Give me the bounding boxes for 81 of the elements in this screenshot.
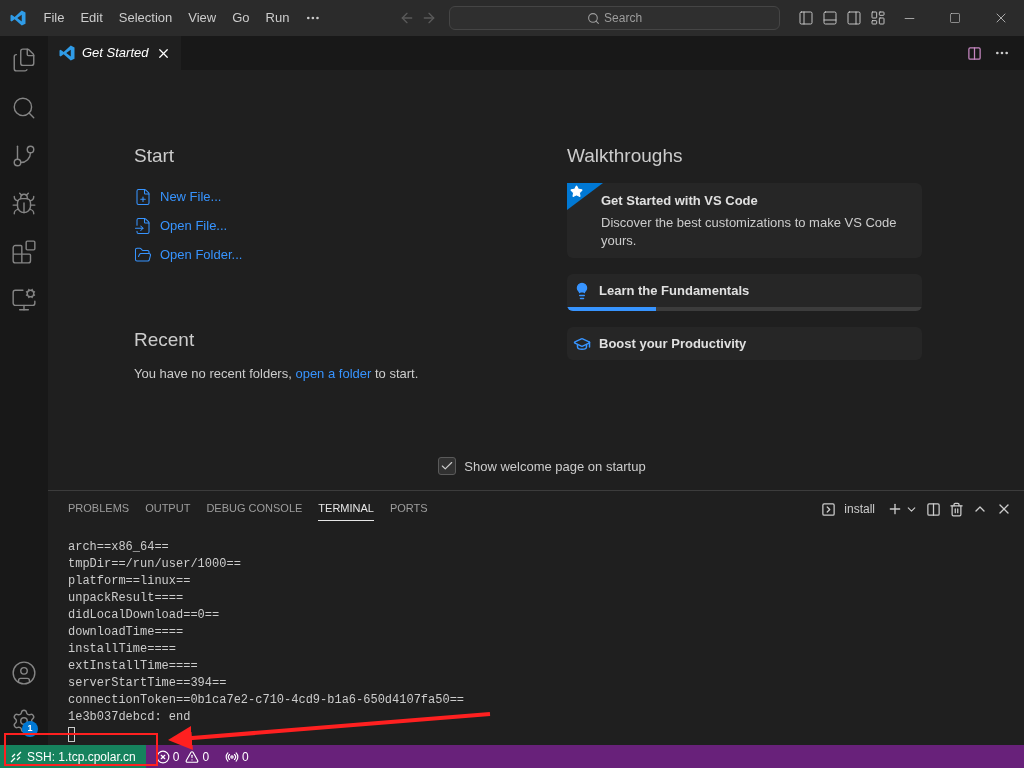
- error-count: 0: [172, 748, 180, 766]
- remote-explorer-icon[interactable]: [11, 287, 37, 313]
- terminal-line: connectionToken==0b1ca7e2-c710-4cd9-b1a6-650d4107fa50==: [68, 692, 466, 709]
- menu-item[interactable]: Selection: [110, 8, 181, 28]
- panel-tab[interactable]: DEBUG CONSOLE: [206, 497, 303, 521]
- search-field[interactable]: Search: [449, 6, 780, 30]
- panel-tab[interactable]: OUTPUT: [145, 497, 191, 521]
- featured-star-icon: [567, 182, 603, 210]
- card-title: Boost your Productivity: [599, 334, 747, 353]
- toggle-secondary-sidebar-icon[interactable]: [846, 10, 862, 26]
- remote-indicator[interactable]: SSH: 1.tcp.cpolar.cn: [0, 745, 146, 768]
- error-icon: [155, 749, 170, 764]
- maximize-icon[interactable]: [949, 12, 961, 24]
- toggle-sidebar-icon[interactable]: [798, 10, 814, 26]
- walkthrough-card[interactable]: Get Started with VS Code Discover the best customizations to make VS Code yours.: [567, 182, 922, 258]
- card-title: Learn the Fundamentals: [599, 281, 750, 300]
- search-icon: [587, 11, 601, 25]
- new-file-icon: [134, 188, 152, 206]
- section-heading: Start: [134, 144, 176, 168]
- folder-icon: [134, 246, 152, 264]
- checkbox[interactable]: [438, 457, 457, 476]
- checkbox-label: Show welcome page on startup: [464, 457, 646, 476]
- tab-label: Get Started: [82, 44, 149, 63]
- section-heading: Recent: [134, 327, 196, 352]
- start-link[interactable]: New File...: [160, 187, 222, 207]
- recent-message: You have no recent folders, open a folder to start.: [134, 365, 420, 383]
- open-file-icon: [134, 217, 152, 235]
- ports-icon: [225, 749, 240, 764]
- walkthrough-card[interactable]: Boost your Productivity: [567, 327, 922, 360]
- toggle-panel-icon[interactable]: [822, 10, 838, 26]
- card-title: Get Started with VS Code: [601, 191, 759, 210]
- terminal-line: extInstallTime====: [68, 658, 199, 675]
- ports-count: 0: [242, 748, 249, 766]
- menu-item[interactable]: File: [35, 8, 73, 28]
- files-icon[interactable]: [11, 47, 37, 73]
- section-heading: Walkthroughs: [567, 144, 684, 168]
- extensions-icon[interactable]: [11, 239, 37, 265]
- vscode-logo-icon: [58, 44, 76, 62]
- menu-item[interactable]: View: [180, 8, 225, 28]
- terminal-name[interactable]: install: [844, 500, 875, 518]
- run-debug-icon[interactable]: [11, 191, 37, 217]
- terminal-line: serverStartTime==394==: [68, 675, 228, 692]
- card-description: Discover the best customizations to make VS Code yours.: [601, 214, 898, 250]
- remote-label: SSH: 1.tcp.cpolar.cn: [27, 748, 136, 766]
- terminal-line: installTime====: [68, 641, 178, 658]
- open-folder-link[interactable]: open a folder: [295, 366, 372, 381]
- search-placeholder: Search: [604, 10, 643, 27]
- account-icon[interactable]: [11, 660, 37, 686]
- start-link[interactable]: Open File...: [160, 216, 228, 236]
- menu-item[interactable]: Go: [224, 8, 258, 28]
- terminal-line: tmpDir==/run/user/1000==: [68, 556, 242, 573]
- panel-tab[interactable]: PROBLEMS: [68, 497, 130, 521]
- start-link[interactable]: Open Folder...: [160, 245, 243, 265]
- terminal-line: didLocalDownload==0==: [68, 607, 221, 624]
- trash-icon[interactable]: [949, 501, 964, 517]
- customize-layout-icon[interactable]: [870, 10, 886, 26]
- menu-item[interactable]: Run: [257, 8, 298, 28]
- panel-tab[interactable]: TERMINAL: [318, 497, 374, 521]
- terminal-icon: [821, 501, 837, 517]
- editor-tab[interactable]: Get Started: [48, 36, 182, 70]
- terminal-line: 1e3b037debcd: end: [68, 709, 192, 726]
- terminal-line: arch==x86_64==: [68, 539, 170, 556]
- remote-icon: [10, 750, 22, 763]
- app-logo-icon: [8, 9, 27, 27]
- settings-icon[interactable]: [11, 708, 37, 734]
- walkthrough-card[interactable]: Learn the Fundamentals: [567, 274, 922, 311]
- split-terminal-icon[interactable]: [926, 501, 941, 517]
- problems-indicator[interactable]: 0 0: [155, 747, 210, 766]
- terminal-cursor: [68, 727, 75, 742]
- ports-indicator[interactable]: 0: [225, 747, 249, 766]
- panel-tab[interactable]: PORTS: [389, 497, 428, 521]
- search-icon[interactable]: [11, 95, 37, 121]
- split-editor-icon[interactable]: [967, 45, 982, 61]
- terminal-line: platform==linux==: [68, 573, 192, 590]
- new-terminal-icon[interactable]: [887, 501, 903, 517]
- warning-icon: [185, 749, 200, 764]
- source-control-icon[interactable]: [11, 143, 37, 169]
- menu-item[interactable]: Edit: [72, 8, 111, 28]
- warning-count: 0: [202, 748, 210, 766]
- terminal-line: downloadTime====: [68, 624, 185, 641]
- terminal-line: unpackResult====: [68, 590, 185, 607]
